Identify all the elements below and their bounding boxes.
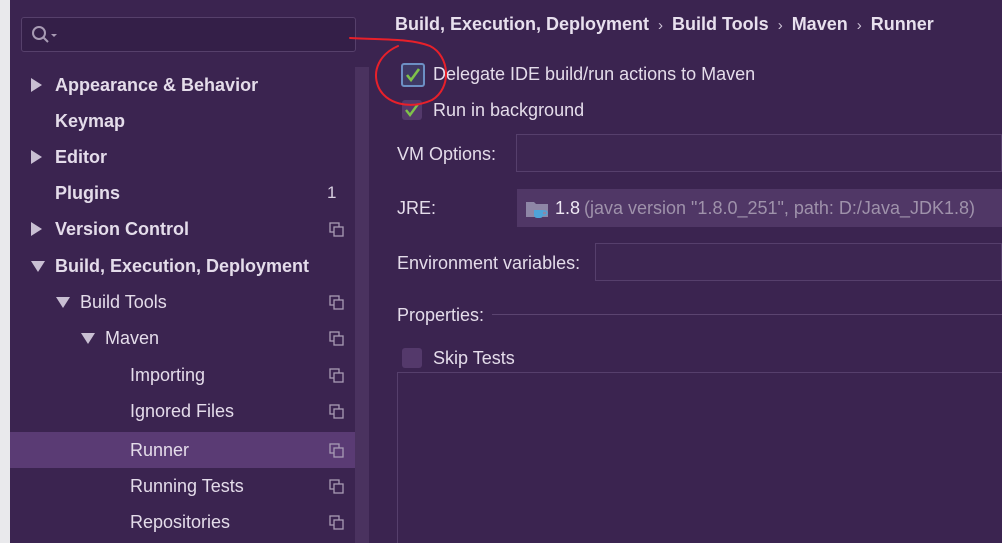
sidebar-item-label: Build Tools	[80, 292, 167, 312]
properties-separator	[492, 314, 1002, 315]
sidebar-item-label: Plugins	[55, 183, 121, 203]
breadcrumb-item: Runner	[870, 14, 934, 34]
sidebar-item-importing[interactable]: Importing	[10, 357, 356, 393]
chevron-right-icon: ›	[777, 17, 783, 34]
project-settings-icon	[329, 479, 344, 494]
vm-options-input[interactable]	[516, 134, 1002, 172]
sidebar-item-label: Ignored Files	[130, 401, 235, 421]
project-settings-icon	[329, 222, 344, 237]
project-settings-icon	[329, 404, 344, 419]
sidebar-item-label: Editor	[55, 147, 107, 167]
breadcrumb-item[interactable]: Maven	[792, 14, 848, 34]
sidebar-item-build-tools[interactable]: Build Tools	[10, 284, 356, 320]
window-edge	[0, 0, 10, 543]
sidebar-item-label: Appearance & Behavior	[55, 75, 259, 95]
search-icon	[32, 26, 57, 43]
vm-options-label: VM Options:	[397, 144, 497, 164]
properties-label: Properties:	[397, 305, 485, 325]
sidebar-item-label: Runner	[130, 440, 190, 460]
sidebar-item-keymap[interactable]: Keymap	[10, 103, 356, 139]
skip-tests-label: Skip Tests	[433, 348, 515, 368]
sidebar-item-label: Repositories	[130, 512, 231, 532]
environment-variables-label: Environment variables:	[397, 253, 581, 273]
collapse-arrow-icon[interactable]	[81, 333, 95, 344]
expand-arrow-icon[interactable]	[31, 150, 42, 164]
sidebar-item-label: Importing	[130, 365, 206, 385]
sidebar-item-plugins[interactable]: Plugins 1	[10, 175, 356, 211]
project-settings-icon	[329, 368, 344, 383]
chevron-right-icon: ›	[658, 17, 664, 34]
settings-content-panel: Build, Execution, Deployment › Build Tools…	[370, 0, 1002, 543]
project-settings-icon	[329, 515, 344, 530]
breadcrumb-item[interactable]: Build, Execution, Deployment	[395, 14, 649, 34]
expand-arrow-icon[interactable]	[31, 222, 42, 236]
sidebar-item-editor[interactable]: Editor	[10, 139, 356, 175]
sidebar-item-ignored-files[interactable]: Ignored Files	[10, 393, 356, 429]
sidebar-scrollbar[interactable]	[355, 67, 369, 543]
jre-detail: (java version "1.8.0_251", path: D:/Java…	[584, 198, 975, 218]
sidebar-item-label: Version Control	[55, 219, 190, 239]
check-icon	[405, 68, 421, 83]
jre-version: 1.8	[555, 198, 581, 218]
sidebar-item-version-control[interactable]: Version Control	[10, 211, 356, 247]
sidebar-item-label: Maven	[105, 328, 160, 348]
environment-variables-input[interactable]	[595, 243, 1002, 281]
jre-label: JRE:	[397, 198, 437, 218]
sidebar-item-repositories[interactable]: Repositories	[10, 504, 356, 540]
project-settings-icon	[329, 295, 344, 310]
check-icon	[405, 103, 419, 117]
settings-search-input[interactable]	[21, 17, 356, 52]
sidebar-item-appearance[interactable]: Appearance & Behavior	[10, 67, 356, 103]
breadcrumb-item[interactable]: Build Tools	[672, 14, 769, 34]
run-in-background-label: Run in background	[433, 100, 585, 120]
chevron-right-icon: ›	[856, 17, 862, 34]
delegate-to-maven-checkbox[interactable]	[401, 63, 425, 87]
sidebar-item-label: Build, Execution, Deployment	[55, 256, 310, 276]
collapse-arrow-icon[interactable]	[31, 261, 45, 272]
jre-dropdown[interactable]: 1.8 (java version "1.8.0_251", path: D:/…	[517, 189, 1002, 227]
collapse-arrow-icon[interactable]	[56, 297, 70, 308]
sidebar-item-label: Running Tests	[130, 476, 244, 496]
project-settings-icon	[329, 443, 344, 458]
plugins-update-count: 1	[327, 183, 337, 202]
sidebar-item-running-tests[interactable]: Running Tests	[10, 468, 356, 504]
skip-tests-checkbox[interactable]	[402, 348, 422, 368]
breadcrumb: Build, Execution, Deployment › Build Tools…	[395, 14, 934, 35]
delegate-to-maven-label: Delegate IDE build/run actions to Maven	[433, 64, 756, 84]
expand-arrow-icon[interactable]	[31, 78, 42, 92]
sidebar-item-maven[interactable]: Maven	[10, 320, 356, 356]
sidebar-item-runner[interactable]: Runner	[10, 432, 356, 468]
properties-table[interactable]	[397, 372, 1002, 543]
project-settings-icon	[329, 331, 344, 346]
sidebar-item-label: Keymap	[55, 111, 126, 131]
run-in-background-checkbox[interactable]	[402, 100, 422, 120]
jdk-folder-icon	[526, 202, 548, 218]
sidebar-item-build-execution-deployment[interactable]: Build, Execution, Deployment	[10, 248, 356, 284]
